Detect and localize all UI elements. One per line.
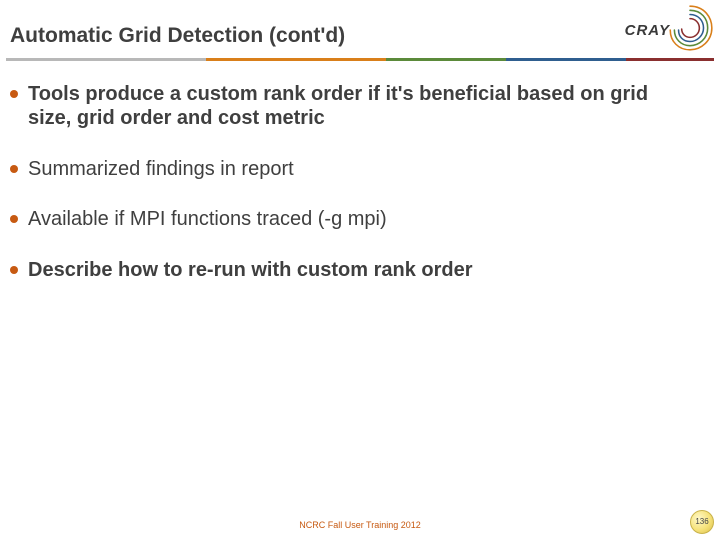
list-item: Summarized findings in report [10,157,696,181]
slide-footer: NCRC Fall User Training 2012 [0,520,720,530]
bullet-text: Describe how to re-run with custom rank … [28,258,473,282]
slide-content: Tools produce a custom rank order if it'… [10,82,696,308]
list-item: Describe how to re-run with custom rank … [10,258,696,282]
page-number-badge: 136 [690,510,714,534]
slide-header: Automatic Grid Detection (cont'd) CRAY [0,0,720,62]
bullet-icon [10,90,18,98]
list-item: Tools produce a custom rank order if it'… [10,82,696,131]
header-divider [6,58,714,61]
bullet-icon [10,266,18,274]
list-item: Available if MPI functions traced (-g mp… [10,207,696,231]
bullet-icon [10,215,18,223]
bullet-text: Tools produce a custom rank order if it'… [28,82,696,131]
page-number: 136 [695,518,708,526]
bullet-icon [10,165,18,173]
badge-circle: 136 [690,510,714,534]
bullet-text: Summarized findings in report [28,157,294,181]
swirl-icon [664,2,716,54]
slide-title: Automatic Grid Detection (cont'd) [10,24,345,48]
brand-logo: CRAY [570,0,720,56]
bullet-text: Available if MPI functions traced (-g mp… [28,207,387,231]
slide: Automatic Grid Detection (cont'd) CRAY [0,0,720,540]
